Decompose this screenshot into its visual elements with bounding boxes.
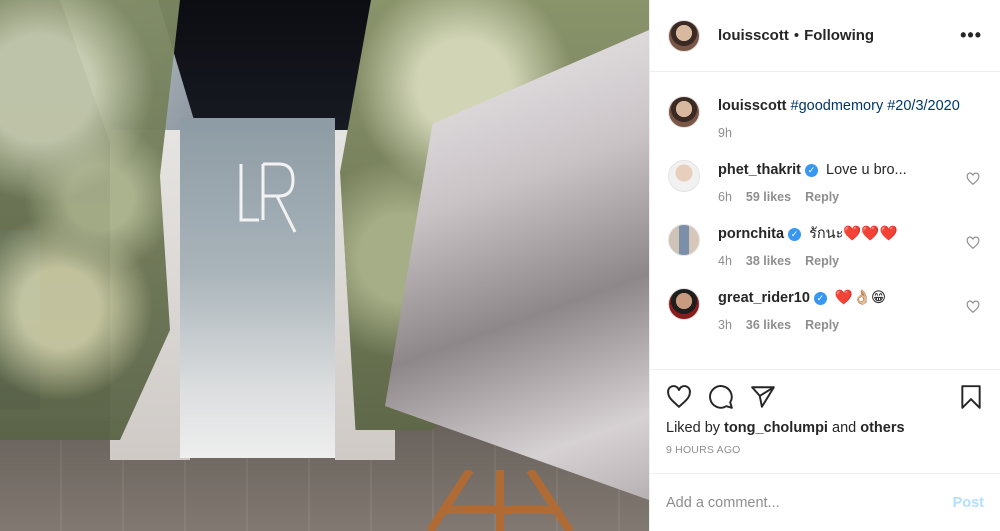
comment-text: รักนะ❤️❤️❤️ xyxy=(809,226,898,242)
verified-badge-icon: ✓ xyxy=(805,164,818,177)
like-heart-icon[interactable] xyxy=(666,384,692,410)
comment-row: great_rider10 ✓ ❤️👌🏼😁 3h 36 likes Reply xyxy=(668,288,982,332)
post-comment-button[interactable]: Post xyxy=(953,495,984,511)
caption-row: louisscott #goodmemory #20/3/2020 9h xyxy=(668,96,982,140)
comment-username[interactable]: pornchita xyxy=(718,226,784,242)
caption-username[interactable]: louisscott xyxy=(718,98,786,114)
reply-button[interactable]: Reply xyxy=(805,318,839,332)
comment-row: phet_thakrit ✓ Love u bro... 6h 59 likes … xyxy=(668,160,982,204)
liked-by-summary: Liked by tong_cholumpi and others xyxy=(666,420,984,436)
comment-time[interactable]: 4h xyxy=(718,254,732,268)
reply-button[interactable]: Reply xyxy=(805,190,839,204)
post-header: louisscott • Following ••• xyxy=(650,0,1000,72)
verified-badge-icon: ✓ xyxy=(813,292,827,305)
comment-time[interactable]: 3h xyxy=(718,318,732,332)
comment-like-heart-icon[interactable] xyxy=(966,172,980,186)
comment-avatar[interactable] xyxy=(668,224,700,256)
comment-likes[interactable]: 36 likes xyxy=(746,318,791,332)
post-side-panel: louisscott • Following ••• louisscott #g… xyxy=(649,0,1000,531)
caption-time[interactable]: 9h xyxy=(718,126,732,140)
action-icons-row xyxy=(666,382,984,412)
comment-bubble-icon[interactable] xyxy=(708,384,734,410)
author-username[interactable]: louisscott xyxy=(718,27,789,44)
comments-list[interactable]: louisscott #goodmemory #20/3/2020 9h phe… xyxy=(650,72,1000,369)
comment-username[interactable]: great_rider10 xyxy=(718,290,810,306)
comment-avatar[interactable] xyxy=(668,288,700,320)
comment-text: ❤️👌🏼😁 xyxy=(834,290,887,306)
comment-time[interactable]: 6h xyxy=(718,190,732,204)
follow-status-button[interactable]: Following xyxy=(804,27,874,44)
photo-easel xyxy=(426,470,574,531)
liked-by-others-link[interactable]: others xyxy=(860,420,904,436)
reply-button[interactable]: Reply xyxy=(805,254,839,268)
comment-like-heart-icon[interactable] xyxy=(966,236,980,250)
add-comment-bar: Post xyxy=(650,473,1000,531)
post-timestamp[interactable]: 9 HOURS AGO xyxy=(666,444,984,456)
liked-by-prefix: Liked by xyxy=(666,420,721,436)
add-comment-input[interactable] xyxy=(666,494,953,511)
comment-avatar[interactable] xyxy=(668,160,700,192)
comment-text: Love u bro... xyxy=(826,162,907,178)
comment-like-heart-icon[interactable] xyxy=(966,300,980,314)
more-horizontal-icon[interactable]: ••• xyxy=(960,25,982,46)
comment-likes[interactable]: 59 likes xyxy=(746,190,791,204)
verified-badge-icon: ✓ xyxy=(788,228,802,241)
photo-lr-logo xyxy=(239,162,297,233)
author-avatar[interactable] xyxy=(668,19,700,52)
bookmark-icon[interactable] xyxy=(958,384,984,410)
caption-avatar[interactable] xyxy=(668,96,700,128)
liked-by-and: and xyxy=(832,420,857,436)
post-photo[interactable] xyxy=(0,0,649,531)
caption-hashtags[interactable]: #goodmemory #20/3/2020 xyxy=(791,98,960,114)
liked-by-username[interactable]: tong_cholumpi xyxy=(724,420,828,436)
share-send-icon[interactable] xyxy=(750,384,776,410)
comment-row: pornchita ✓ รักนะ❤️❤️❤️ 4h 38 likes Reply xyxy=(668,224,982,268)
comment-username[interactable]: phet_thakrit xyxy=(718,162,801,178)
header-separator: • xyxy=(793,27,800,44)
post-actions: Liked by tong_cholumpi and others 9 HOUR… xyxy=(650,369,1000,471)
comment-likes[interactable]: 38 likes xyxy=(746,254,791,268)
